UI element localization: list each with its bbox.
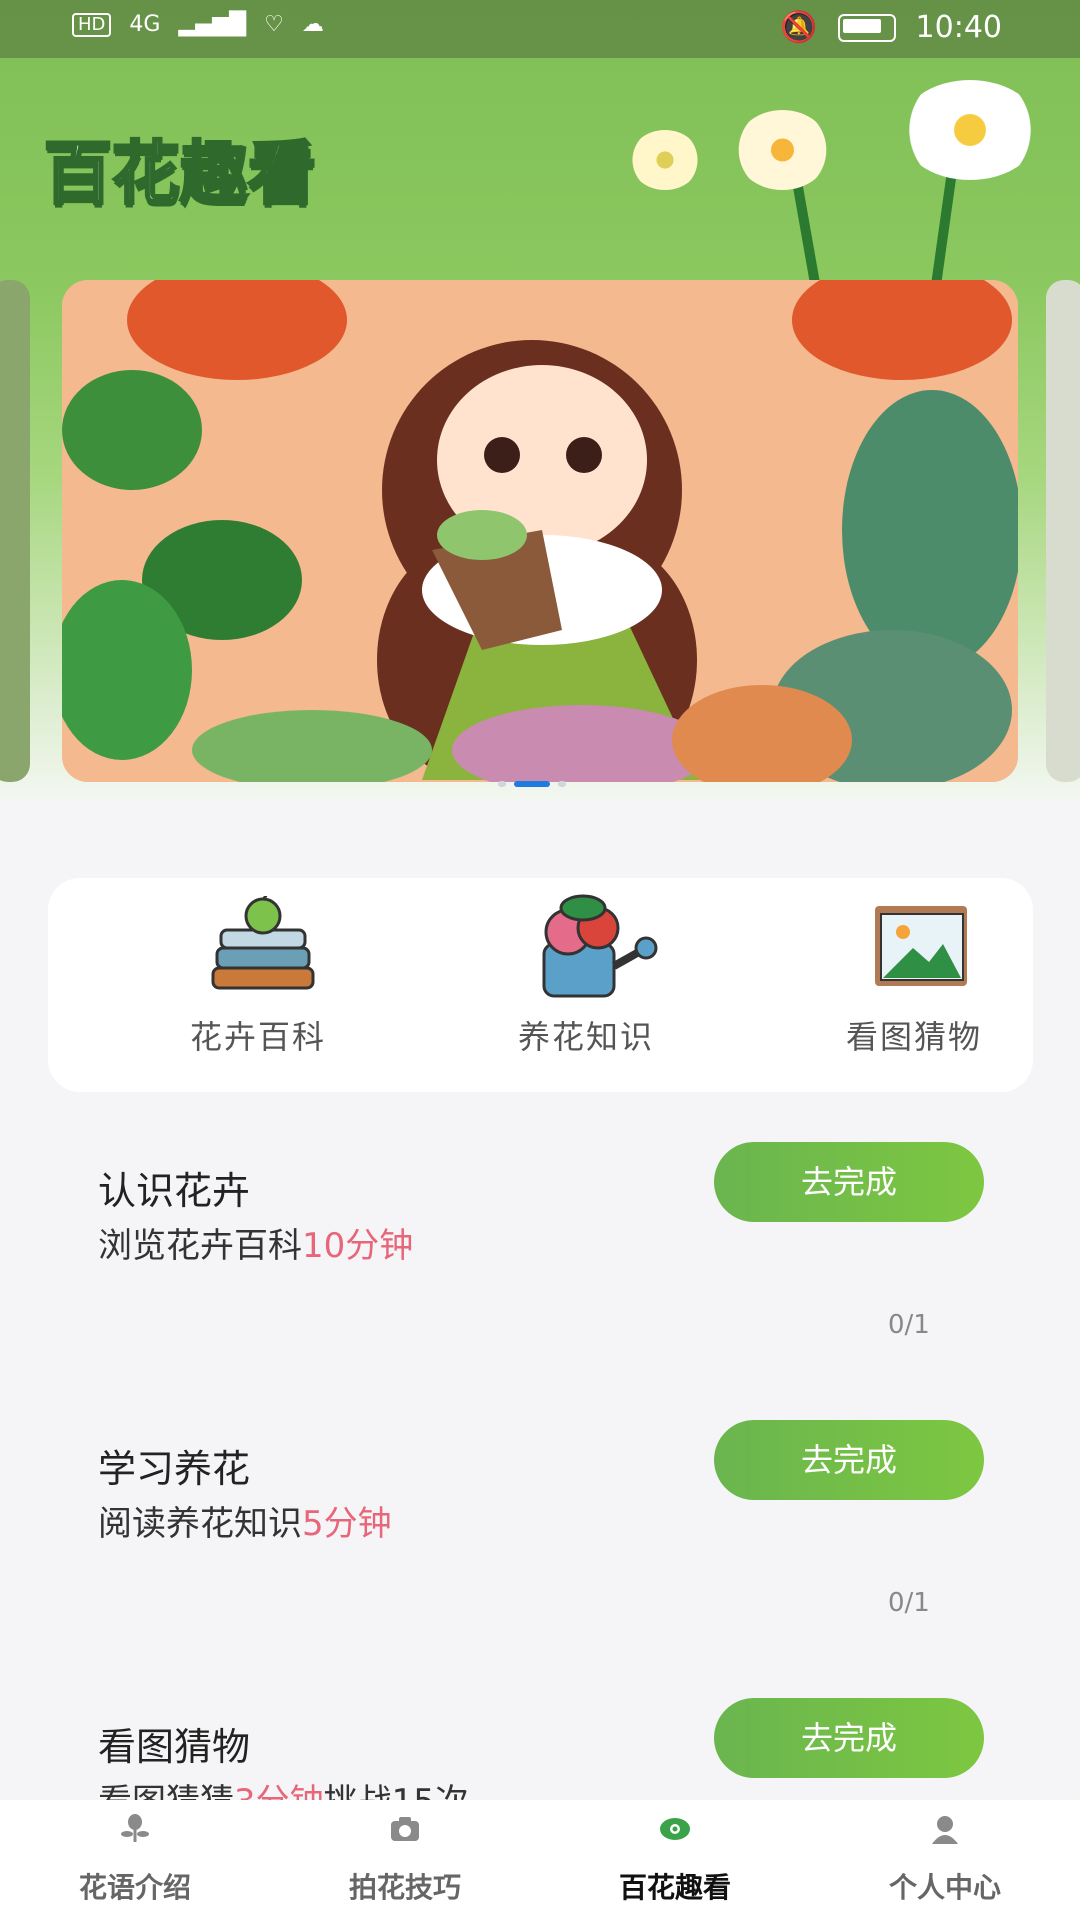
task-desc-highlight: 5分钟	[302, 1504, 392, 1544]
signal-icon: ▂▄▆█	[178, 12, 247, 37]
decor-flower	[630, 130, 700, 190]
task-desc-text: 浏览花卉百科	[98, 1226, 302, 1266]
page-title: 百花趣看	[42, 134, 317, 216]
menu-item-label: 养花知识	[517, 1018, 654, 1056]
menu-item-knowledge[interactable]: 养花知识	[476, 878, 696, 1092]
cloud-icon: ☁	[301, 12, 324, 37]
tab-flower-language[interactable]: 花语介绍	[0, 1800, 270, 1920]
hd-indicator: HD	[72, 12, 112, 37]
eye-icon	[660, 1818, 690, 1840]
banner-next-peek[interactable]	[1046, 280, 1080, 782]
banner-carousel[interactable]	[62, 280, 1018, 782]
complete-button[interactable]: 去完成	[714, 1698, 984, 1778]
carousel-dot	[558, 781, 566, 787]
menu-item-label: 看图猜物	[845, 1018, 982, 1056]
task-desc-text: 阅读养花知识	[98, 1504, 302, 1544]
task-progress: 0/1	[888, 1588, 930, 1618]
books-apple-icon	[211, 896, 315, 990]
banner-illustration	[62, 280, 1018, 782]
battery-icon	[837, 13, 896, 42]
network-indicator: 4G	[129, 12, 161, 37]
tab-label: 花语介绍	[78, 1871, 191, 1904]
tab-label: 个人中心	[888, 1871, 1001, 1904]
tab-photo-tips[interactable]: 拍花技巧	[270, 1800, 540, 1920]
complete-button[interactable]: 去完成	[714, 1420, 984, 1500]
task-description: 浏览花卉百科10分钟	[98, 1218, 413, 1267]
task-item: 认识花卉 浏览花卉百科10分钟 去完成 0/1	[0, 1142, 1080, 1430]
bottom-tab-bar: 花语介绍 拍花技巧 百花趣看 个人中心	[0, 1800, 1080, 1920]
watering-can-icon	[542, 894, 658, 998]
camera-icon	[391, 1817, 419, 1841]
carousel-dot	[498, 781, 506, 787]
tab-flower-fun[interactable]: 百花趣看	[540, 1800, 810, 1920]
decor-flower	[900, 80, 1040, 180]
menu-item-label: 花卉百科	[189, 1018, 326, 1056]
clock: 10:40	[915, 10, 1002, 45]
task-description: 看图猜猜3分钟挑战15次	[98, 1774, 469, 1800]
task-desc-suffix: 挑战15次	[324, 1782, 469, 1800]
carousel-dot-active	[514, 781, 550, 787]
tab-label: 百花趣看	[618, 1871, 731, 1904]
person-icon	[932, 1816, 958, 1844]
task-desc-highlight: 10分钟	[302, 1226, 414, 1266]
menu-item-encyclopedia[interactable]: 花卉百科	[148, 878, 368, 1092]
task-desc-highlight: 3分钟	[234, 1782, 324, 1800]
feature-menu: 花卉百科 养花知识 看图猜物	[48, 878, 1033, 1092]
task-item: 学习养花 阅读养花知识5分钟 去完成 0/1	[0, 1420, 1080, 1708]
complete-button[interactable]: 去完成	[714, 1142, 984, 1222]
task-description: 阅读养花知识5分钟	[98, 1496, 392, 1545]
tab-profile[interactable]: 个人中心	[810, 1800, 1080, 1920]
status-bar: HD 4G ▂▄▆█ ♡ ☁ 🔕 10:40	[0, 0, 1080, 58]
task-title: 认识花卉	[98, 1169, 251, 1213]
menu-item-guess[interactable]: 看图猜物	[804, 878, 1024, 1092]
banner-prev-peek[interactable]	[0, 280, 30, 782]
task-desc-text: 看图猜猜	[98, 1782, 234, 1800]
task-title: 看图猜物	[98, 1725, 251, 1769]
picture-icon	[875, 906, 967, 986]
task-progress: 0/1	[888, 1310, 930, 1340]
heart-rate-icon: ♡	[264, 12, 284, 37]
flower-icon	[121, 1814, 149, 1842]
carousel-indicator	[498, 781, 566, 787]
task-title: 学习养花	[98, 1447, 251, 1491]
mute-icon: 🔕	[780, 10, 818, 45]
tab-label: 拍花技巧	[348, 1871, 461, 1904]
decor-flower	[735, 110, 830, 190]
